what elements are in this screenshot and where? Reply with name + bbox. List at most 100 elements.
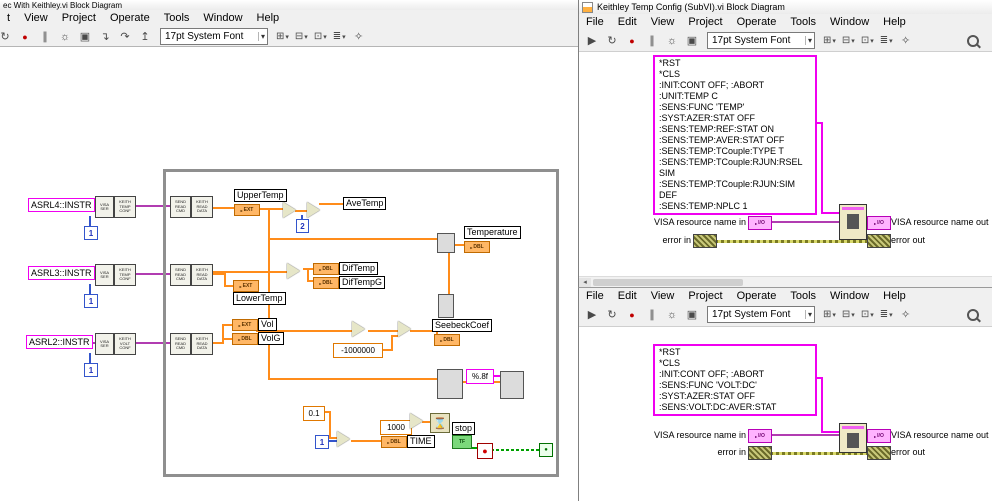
- menu-item-tools[interactable]: Tools: [157, 11, 197, 25]
- indicator-label-lowertemp[interactable]: LowerTemp: [233, 292, 286, 305]
- window-title-bar[interactable]: Keithley Temp Config (SubVI).vi Block Di…: [579, 0, 992, 14]
- step-over-button[interactable]: ↷: [116, 28, 134, 45]
- wait-ms-icon[interactable]: ⌛: [430, 413, 450, 433]
- terminal-dbl[interactable]: DBL: [313, 263, 339, 275]
- multiply-function[interactable]: [337, 431, 350, 447]
- format-into-string-function[interactable]: [437, 369, 463, 399]
- resize-objects-dropdown[interactable]: ⊡ ▾: [859, 306, 876, 323]
- scroll-left-button[interactable]: ◂: [579, 278, 591, 287]
- wire-segment[interactable]: [770, 221, 839, 223]
- search-icon[interactable]: [967, 35, 979, 47]
- visa-serial-config-block[interactable]: VISA SER: [95, 196, 114, 218]
- indicator-label-time[interactable]: TIME: [407, 435, 435, 448]
- indicator-label-avetemp[interactable]: AveTemp: [343, 197, 386, 210]
- cleanup-diagram-button[interactable]: ✧: [897, 306, 915, 323]
- distribute-objects-dropdown[interactable]: ⊟ ▾: [840, 306, 857, 323]
- align-objects-dropdown[interactable]: ⊞ ▾: [821, 32, 838, 49]
- visa-resource-constant[interactable]: ASRL2::INSTR: [26, 335, 93, 349]
- send-read-cmd-subvi[interactable]: SEND READ CMD: [170, 333, 191, 355]
- highlight-execution-button[interactable]: ☼: [56, 28, 74, 45]
- resize-objects-dropdown[interactable]: ⊡ ▾: [859, 32, 876, 49]
- loop-condition-terminal[interactable]: ●: [539, 443, 553, 457]
- scpi-string-constant[interactable]: *RST *CLS :INIT:CONT OFF; :ABORT :UNIT:T…: [653, 55, 817, 215]
- step-into-button[interactable]: ↴: [96, 28, 114, 45]
- indicator-label-seebeckcoef[interactable]: SeebeckCoef: [432, 319, 492, 332]
- menu-item-help[interactable]: Help: [876, 15, 913, 29]
- terminal-error-in[interactable]: [748, 446, 772, 460]
- keithley-temp-config-subvi[interactable]: KEITH TEMP CONF: [114, 264, 136, 286]
- scrollbar-thumb[interactable]: [593, 279, 743, 286]
- pause-button[interactable]: ∥: [36, 28, 54, 45]
- keithley-temp-config-subvi[interactable]: KEITH TEMP CONF: [114, 196, 136, 218]
- menu-item-edit[interactable]: Edit: [611, 289, 644, 303]
- menu-item-project[interactable]: Project: [681, 15, 729, 29]
- highlight-execution-button[interactable]: ☼: [663, 32, 681, 49]
- font-selector[interactable]: 17pt System Font ▾: [707, 306, 815, 323]
- terminal-visa-out[interactable]: I/O: [867, 216, 891, 230]
- wire-segment[interactable]: [89, 353, 91, 363]
- step-out-button[interactable]: ↥: [136, 28, 154, 45]
- terminal-visa-out[interactable]: I/O: [867, 429, 891, 443]
- menu-item-file[interactable]: File: [579, 15, 611, 29]
- abort-button[interactable]: ●: [623, 306, 641, 323]
- concatenate-strings-function[interactable]: [500, 371, 524, 399]
- wire-segment[interactable]: [821, 377, 823, 433]
- numeric-constant[interactable]: -1000000: [333, 343, 383, 358]
- keithley-volt-config-subvi[interactable]: KEITH VOLT CONF: [114, 333, 136, 355]
- numeric-constant[interactable]: 1000: [380, 420, 412, 435]
- menu-item-project[interactable]: Project: [681, 289, 729, 303]
- reorder-dropdown[interactable]: ≣ ▾: [878, 32, 895, 49]
- distribute-objects-dropdown[interactable]: ⊟ ▾: [840, 32, 857, 49]
- numeric-constant[interactable]: 1: [84, 363, 98, 377]
- terminal-dbl[interactable]: DBL: [313, 277, 339, 289]
- font-selector[interactable]: 17pt System Font ▾: [160, 28, 268, 45]
- menu-item-view[interactable]: View: [17, 11, 55, 25]
- divide-function[interactable]: [307, 202, 320, 218]
- align-objects-dropdown[interactable]: ⊞ ▾: [821, 306, 838, 323]
- run-continuous-button[interactable]: ↻: [603, 32, 621, 49]
- run-button[interactable]: ▶: [583, 32, 601, 49]
- bundle-function[interactable]: [437, 233, 455, 253]
- wire-segment[interactable]: [89, 216, 91, 226]
- stop-condition-icon[interactable]: ●: [477, 443, 493, 459]
- multiply-function[interactable]: [352, 321, 365, 337]
- menu-item-operate[interactable]: Operate: [730, 289, 784, 303]
- menu-item-tools[interactable]: Tools: [783, 15, 823, 29]
- scpi-string-constant[interactable]: *RST *CLS :INIT:CONT OFF; :ABORT :SENS:F…: [653, 344, 817, 416]
- numeric-constant[interactable]: 1: [315, 435, 329, 449]
- menu-item-view[interactable]: View: [644, 289, 682, 303]
- numeric-constant[interactable]: 1: [84, 226, 98, 240]
- highlight-execution-button[interactable]: ☼: [663, 306, 681, 323]
- terminal-ext[interactable]: EXT: [232, 319, 258, 331]
- visa-serial-config-block[interactable]: VISA SER: [95, 264, 114, 286]
- menu-item-edit[interactable]: Edit: [611, 15, 644, 29]
- retain-wire-values-button[interactable]: ▣: [76, 28, 94, 45]
- terminal-error-out[interactable]: [867, 446, 891, 460]
- keithley-read-data-subvi[interactable]: KEITH READ DATA: [191, 333, 213, 355]
- visa-write-icon[interactable]: [839, 423, 867, 453]
- resize-objects-dropdown[interactable]: ⊡ ▾: [312, 28, 329, 45]
- wire-segment[interactable]: [89, 284, 91, 294]
- terminal-dbl[interactable]: DBL: [381, 436, 407, 448]
- wire-segment[interactable]: [715, 240, 867, 243]
- run-continuous-button[interactable]: ↻: [603, 306, 621, 323]
- wire-segment[interactable]: [770, 434, 839, 436]
- subtract-function[interactable]: [287, 263, 300, 279]
- terminal-ext[interactable]: EXT: [234, 204, 260, 216]
- menu-item-operate[interactable]: Operate: [730, 15, 784, 29]
- indicator-label-volg[interactable]: VolG: [258, 332, 284, 345]
- pause-button[interactable]: ∥: [643, 306, 661, 323]
- menu-item-file[interactable]: File: [579, 289, 611, 303]
- keithley-read-data-subvi[interactable]: KEITH READ DATA: [191, 196, 213, 218]
- menu-item-view[interactable]: View: [644, 15, 682, 29]
- pause-button[interactable]: ∥: [643, 32, 661, 49]
- menu-item-window[interactable]: Window: [823, 289, 876, 303]
- window-title-bar[interactable]: ec With Keithley.vi Block Diagram: [0, 0, 578, 10]
- indicator-label-diftempg[interactable]: DifTempG: [339, 276, 385, 289]
- menu-item-help[interactable]: Help: [876, 289, 913, 303]
- align-objects-dropdown[interactable]: ⊞ ▾: [274, 28, 291, 45]
- visa-resource-constant[interactable]: ASRL4::INSTR: [28, 198, 95, 212]
- terminal-dbl[interactable]: DBL: [434, 334, 460, 346]
- search-icon[interactable]: [967, 309, 979, 321]
- boolean-terminal-stop[interactable]: TF: [452, 435, 472, 449]
